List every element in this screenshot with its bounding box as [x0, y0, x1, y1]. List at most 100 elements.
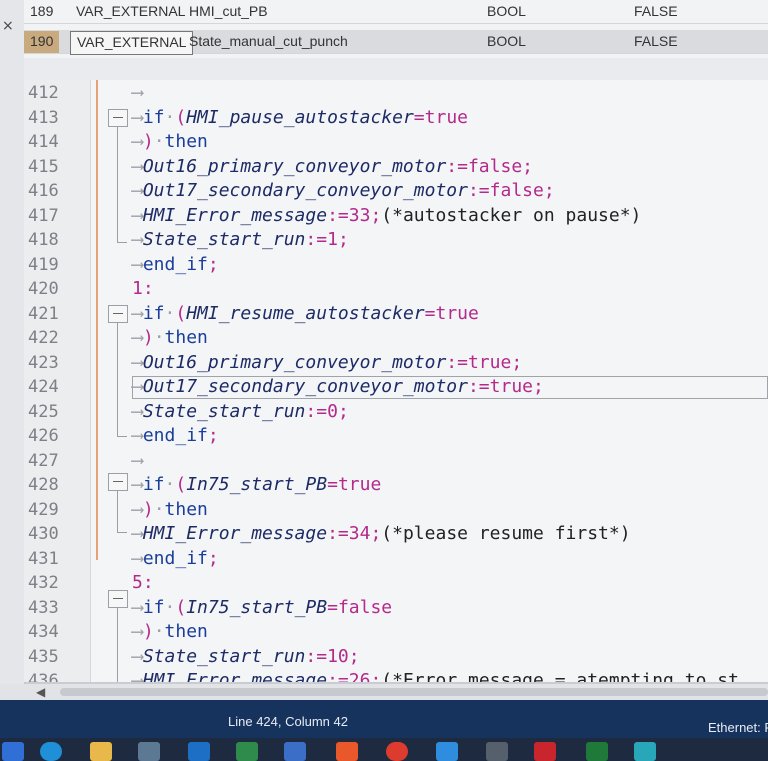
panel-separator	[24, 58, 768, 81]
code-line[interactable]: ⟶end_if;	[132, 548, 219, 569]
xbox-icon[interactable]	[586, 742, 608, 761]
identifier: Out17_secondary_conveyor_motor	[142, 376, 468, 397]
horizontal-scrollbar[interactable]: ◀	[0, 684, 768, 700]
var-initial-value: FALSE	[634, 33, 678, 49]
line-number: 434	[28, 622, 59, 642]
line-number: 417	[28, 206, 59, 226]
keyword: then	[164, 499, 208, 520]
store-icon[interactable]	[436, 742, 458, 761]
fold-toggle-icon[interactable]	[108, 473, 128, 491]
keyword: then	[164, 327, 208, 348]
line-number: 431	[28, 549, 59, 569]
code-line[interactable]: ⟶	[132, 450, 143, 471]
fold-guide	[117, 322, 118, 436]
line-number: 433	[28, 598, 59, 618]
fold-guide-end	[117, 436, 127, 437]
var-class: VAR_EXTERNAL	[76, 3, 186, 19]
code-line[interactable]: ⟶Out17_secondary_conveyor_motor:=false;	[132, 180, 555, 201]
identifier: HMI_Error_message	[142, 205, 328, 226]
identifier: HMI_resume_autostacker	[186, 303, 425, 324]
literal: true	[435, 303, 479, 324]
var-initial-value: FALSE	[634, 3, 678, 19]
line-number: 412	[28, 83, 59, 103]
code-line[interactable]: ⟶)·then	[132, 327, 208, 348]
fold-toggle-icon[interactable]	[108, 305, 128, 323]
code-line[interactable]: ⟶end_if;	[132, 254, 219, 275]
literal: 26	[348, 670, 371, 682]
code-line[interactable]: ⟶if·(In75_start_PB=true	[132, 474, 381, 495]
line-number: 414	[28, 132, 59, 152]
code-line[interactable]: ⟶State_start_run:=1;	[132, 229, 349, 250]
code-line[interactable]: 1:	[132, 278, 154, 299]
keyword: if	[142, 474, 165, 495]
code-editor[interactable]: 412 413 414 415 416 417 418 419 420 421 …	[24, 80, 768, 682]
edge-browser-icon[interactable]	[40, 742, 62, 761]
table-row-selected[interactable]: 190 VAR_EXTERNAL State_manual_cut_punch …	[24, 30, 768, 55]
variable-table: 189 VAR_EXTERNAL HMI_cut_PB BOOL FALSE 1…	[24, 0, 768, 59]
code-line[interactable]: ⟶State_start_run:=0;	[132, 401, 349, 422]
excel-icon[interactable]	[236, 742, 258, 761]
table-row[interactable]: 189 VAR_EXTERNAL HMI_cut_PB BOOL FALSE	[24, 0, 768, 24]
copilot-icon[interactable]	[2, 742, 24, 761]
code-line[interactable]: ⟶Out16_primary_conveyor_motor:=false;	[132, 156, 533, 177]
line-number: 419	[28, 255, 59, 275]
code-line[interactable]: ⟶if·(HMI_pause_autostacker=true	[132, 107, 468, 128]
fold-toggle-icon[interactable]	[108, 590, 128, 608]
line-number: 425	[28, 402, 59, 422]
file-explorer-icon[interactable]	[90, 742, 112, 761]
keyword: end_if	[142, 548, 208, 569]
change-marker-bar	[96, 80, 98, 560]
literal: 10	[327, 646, 349, 667]
app-f-icon[interactable]	[336, 742, 358, 761]
code-line[interactable]: ⟶end_if;	[132, 425, 219, 446]
close-icon[interactable]: ×	[2, 18, 14, 34]
case-label: 5:	[132, 572, 154, 593]
keyword: end_if	[142, 254, 208, 275]
line-number: 420	[28, 279, 59, 299]
app-icon[interactable]	[634, 742, 656, 761]
literal: true	[467, 352, 512, 373]
photos-icon[interactable]	[284, 742, 306, 761]
code-line[interactable]: ⟶	[132, 82, 143, 103]
identifier: Out17_secondary_conveyor_motor	[142, 180, 468, 201]
code-line[interactable]: ⟶HMI_Error_message:=33;(*autostacker on …	[132, 205, 641, 226]
code-line[interactable]: ⟶Out16_primary_conveyor_motor:=true;	[132, 352, 522, 373]
app-icon[interactable]	[486, 742, 508, 761]
line-number: 435	[28, 647, 59, 667]
identifier: State_start_run	[142, 229, 306, 250]
var-number: 189	[30, 3, 54, 19]
outlook-icon[interactable]	[188, 742, 210, 761]
code-line-current[interactable]: ⟶Out17_secondary_conveyor_motor:=true;	[132, 376, 544, 397]
line-number: 415	[28, 157, 59, 177]
code-line[interactable]: ⟶)·then	[132, 131, 208, 152]
keyword: then	[164, 621, 208, 642]
literal: 34	[348, 523, 371, 544]
identifier: Out16_primary_conveyor_motor	[142, 156, 447, 177]
code-line[interactable]: ⟶if·(In75_start_PB=false	[132, 597, 392, 618]
scrollbar-thumb[interactable]	[60, 688, 768, 696]
code-line[interactable]: ⟶)·then	[132, 621, 208, 642]
scroll-left-icon[interactable]: ◀	[36, 685, 45, 699]
code-line[interactable]: 5:	[132, 572, 154, 593]
fold-guide-end	[117, 242, 127, 243]
code-line[interactable]: ⟶)·then	[132, 499, 208, 520]
keyword: if	[142, 107, 165, 128]
left-panel-strip: ×	[0, 0, 25, 700]
m1-app-icon[interactable]	[534, 742, 556, 761]
line-number: 418	[28, 230, 59, 250]
chrome-icon[interactable]	[386, 742, 408, 761]
line-number: 430	[28, 524, 59, 544]
fold-guide	[117, 607, 118, 682]
literal: false	[337, 597, 393, 618]
literal: true	[337, 474, 382, 495]
code-line[interactable]: ⟶HMI_Error_message:=34;(*please resume f…	[132, 523, 631, 544]
fold-guide	[117, 490, 118, 532]
maps-icon[interactable]	[138, 742, 160, 761]
fold-toggle-icon[interactable]	[108, 109, 128, 127]
line-number: 422	[28, 328, 59, 348]
literal: 0	[327, 401, 338, 422]
code-line[interactable]: ⟶if·(HMI_resume_autostacker=true	[132, 303, 479, 324]
code-line[interactable]: ⟶HMI_Error_message:=26;(*Error message =…	[132, 670, 739, 682]
line-number: 424	[28, 377, 59, 397]
code-line[interactable]: ⟶State_start_run:=10;	[132, 646, 360, 667]
